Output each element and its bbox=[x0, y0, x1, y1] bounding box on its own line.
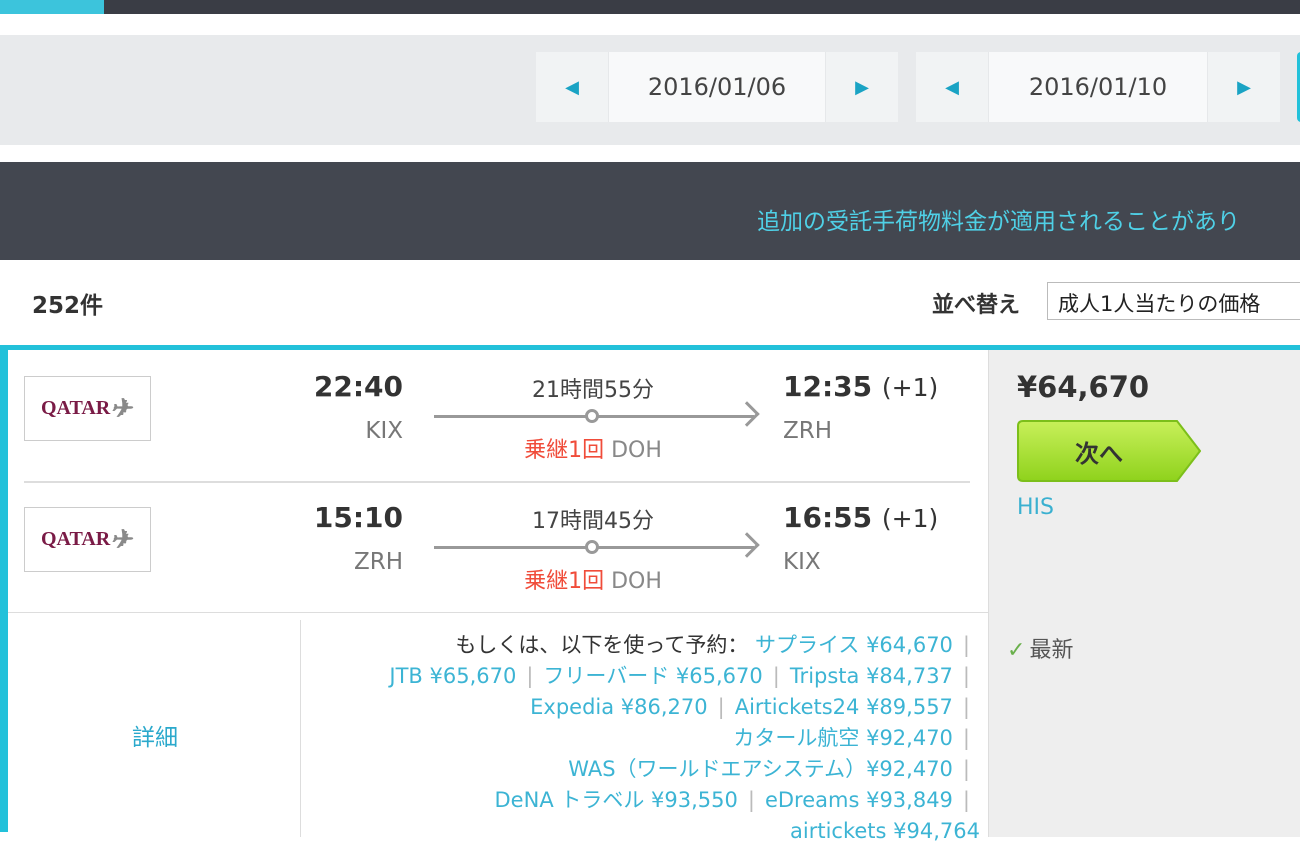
divider bbox=[8, 612, 988, 613]
next-day-arrow-icon[interactable]: ▶ bbox=[826, 52, 898, 122]
provider-offer-link[interactable]: Airtickets24 ¥89,557 bbox=[735, 695, 953, 719]
arrival-time: 12:35 (+1) bbox=[783, 370, 939, 403]
provider-offer-link[interactable]: サプライス ¥64,670 bbox=[755, 633, 953, 657]
provider-offer-link[interactable]: DeNA トラベル ¥93,550 bbox=[495, 788, 738, 812]
departure-airport: KIX bbox=[365, 418, 403, 444]
separator: | bbox=[962, 726, 970, 750]
baggage-notice-text[interactable]: 追加の受託手荷物料金が適用されることがあり bbox=[757, 202, 1240, 236]
prev-day-arrow-icon[interactable]: ◀ bbox=[916, 52, 988, 122]
separator: | bbox=[772, 664, 780, 688]
next-button[interactable]: 次へ bbox=[1017, 420, 1202, 482]
separator: | bbox=[962, 788, 970, 812]
departure-airport: ZRH bbox=[353, 549, 403, 575]
provider-link[interactable]: HIS bbox=[1017, 495, 1054, 520]
details-link[interactable]: 詳細 bbox=[132, 718, 178, 752]
latest-status: ✓ 最新 bbox=[1007, 638, 1074, 663]
price: ¥64,670 bbox=[1017, 370, 1150, 404]
stops-info: 乗継1回 DOH bbox=[524, 569, 662, 594]
flight-result-card: QATAR ✈ 22:40 KIX 21時間55分 乗継1回 DOH 12:35 … bbox=[0, 345, 1300, 843]
separator: | bbox=[747, 788, 755, 812]
provider-offer-link[interactable]: カタール航空 ¥92,470 bbox=[733, 726, 953, 750]
sort-label: 並べ替え bbox=[932, 293, 1021, 318]
provider-offer-link[interactable]: Tripsta ¥84,737 bbox=[790, 664, 953, 688]
outbound-leg[interactable]: QATAR ✈ 22:40 KIX 21時間55分 乗継1回 DOH 12:35 … bbox=[8, 350, 988, 481]
return-date[interactable]: 2016/01/10 bbox=[988, 52, 1208, 122]
separator: | bbox=[962, 633, 970, 657]
other-providers-list: もしくは、以下を使って予約： サプライス ¥64,670 | JTB ¥65,670… bbox=[308, 630, 980, 847]
baggage-notice-banner: 追加の受託手荷物料金が適用されることがあり bbox=[0, 162, 1300, 260]
separator: | bbox=[717, 695, 725, 719]
depart-date[interactable]: 2016/01/06 bbox=[608, 52, 826, 122]
separator: | bbox=[962, 664, 970, 688]
stops-info: 乗継1回 DOH bbox=[524, 438, 662, 463]
checkmark-icon: ✓ bbox=[1007, 638, 1026, 663]
results-header: 252件 並べ替え 成人1人当たりの価格 bbox=[8, 260, 1300, 346]
provider-offer-link[interactable]: Expedia ¥86,270 bbox=[530, 695, 708, 719]
others-prefix: もしくは、以下を使って予約： bbox=[455, 633, 749, 657]
arrival-time: 16:55 (+1) bbox=[783, 501, 939, 534]
top-nav-bar bbox=[0, 0, 1300, 14]
arrival-airport: ZRH bbox=[783, 418, 833, 444]
provider-offer-link[interactable]: airtickets ¥94,764 bbox=[790, 819, 980, 843]
duration: 17時間45分 bbox=[532, 509, 654, 534]
route-arrow-icon bbox=[434, 401, 760, 427]
separator: | bbox=[962, 695, 970, 719]
date-selector-band: ◀ 2016/01/06 ▶ ◀ 2016/01/10 ▶ bbox=[0, 35, 1300, 145]
separator: | bbox=[526, 664, 534, 688]
return-date-picker: ◀ 2016/01/10 ▶ bbox=[916, 52, 1280, 122]
arrival-airport: KIX bbox=[783, 549, 821, 575]
provider-offer-link[interactable]: eDreams ¥93,849 bbox=[765, 788, 953, 812]
provider-offer-link[interactable]: フリーバード ¥65,670 bbox=[543, 664, 762, 688]
price-panel: ¥64,670 次へ HIS ✓ 最新 bbox=[988, 350, 1300, 837]
prev-day-arrow-icon[interactable]: ◀ bbox=[536, 52, 608, 122]
departure-time: 22:40 bbox=[313, 370, 403, 403]
provider-offer-link[interactable]: WAS（ワールドエアシステム）¥92,470 bbox=[568, 757, 953, 781]
depart-date-picker: ◀ 2016/01/06 ▶ bbox=[536, 52, 898, 122]
active-tab-indicator[interactable] bbox=[0, 0, 104, 14]
departure-time: 15:10 bbox=[313, 501, 403, 534]
qatar-airways-logo: QATAR ✈ bbox=[24, 507, 151, 572]
sort-select[interactable]: 成人1人当たりの価格 bbox=[1047, 282, 1300, 320]
return-leg[interactable]: QATAR ✈ 15:10 ZRH 17時間45分 乗継1回 DOH 16:55 … bbox=[8, 481, 988, 612]
route-arrow-icon bbox=[434, 532, 760, 558]
separator: | bbox=[962, 757, 970, 781]
provider-offer-link[interactable]: JTB ¥65,670 bbox=[389, 664, 516, 688]
result-count: 252件 bbox=[32, 293, 104, 319]
qatar-airways-logo: QATAR ✈ bbox=[24, 376, 151, 441]
divider bbox=[300, 620, 301, 837]
next-day-arrow-icon[interactable]: ▶ bbox=[1208, 52, 1280, 122]
duration: 21時間55分 bbox=[532, 378, 654, 403]
